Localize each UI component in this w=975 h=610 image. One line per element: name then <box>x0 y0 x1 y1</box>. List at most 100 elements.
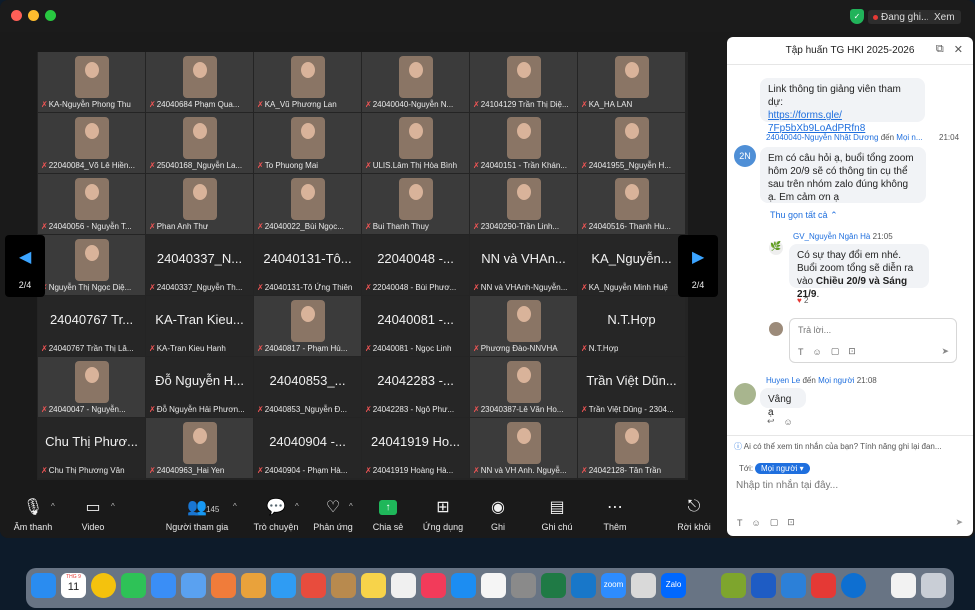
chat-button[interactable]: 💬 Trò chuyện <box>253 492 299 538</box>
reply-input[interactable]: Trả lời... <box>798 325 831 335</box>
reactions-button[interactable]: ♡ Phản ứng <box>313 492 353 538</box>
recording-indicator[interactable]: Đang ghi... <box>868 10 935 24</box>
participant-tile[interactable]: Chu Thị Phươ... ✗ Chu Thị Phương Vân <box>38 418 145 478</box>
participant-tile[interactable]: ✗ 25040168_Nguyễn La... <box>146 113 253 173</box>
recipient-name[interactable]: Mọi người <box>818 376 854 385</box>
teamviewer-icon[interactable] <box>841 573 866 598</box>
participant-tile[interactable]: ✗ 23040290-Trần Linh... <box>470 174 577 234</box>
preview-icon[interactable] <box>631 573 656 598</box>
participant-tile[interactable]: 22040048 -... ✗ 22040048 - Bùi Phươ... <box>362 235 469 295</box>
participant-tile[interactable]: Đỗ Nguyễn H... ✗ Đỗ Nguyễn Hải Phươn... <box>146 357 253 417</box>
audio-options-chevron-icon[interactable]: ^ <box>51 502 55 511</box>
close-window-button[interactable] <box>11 10 22 21</box>
pop-out-icon[interactable]: ⧉ <box>936 43 944 56</box>
participant-tile[interactable]: ✗ 24040047 - Nguyễn... <box>38 357 145 417</box>
safari-icon[interactable] <box>271 573 296 598</box>
word-icon[interactable] <box>751 573 776 598</box>
video-options-chevron-icon[interactable]: ^ <box>111 502 115 511</box>
participant-tile[interactable]: 24041919 Ho... ✗ 24041919 Hoàng Hà... <box>362 418 469 478</box>
minimize-window-button[interactable] <box>28 10 39 21</box>
participants-button[interactable]: 👥 Người tham gia <box>166 492 228 538</box>
participant-tile[interactable]: NN và VHAn... ✗ NN và VHAnh-Nguyễn... <box>470 235 577 295</box>
music-icon[interactable] <box>421 573 446 598</box>
participant-tile[interactable]: 24040767 Tr... ✗ 24040767 Trần Thị Lâ... <box>38 296 145 356</box>
video-button[interactable]: ▭ Video <box>78 492 108 538</box>
form-link[interactable]: https://forms.gle/ 7Fp5bXb9LoAdPRfn8 <box>768 109 917 135</box>
add-reaction-icon[interactable]: ☺ <box>784 417 793 427</box>
previous-page-button[interactable]: ◀ 2/4 <box>5 235 45 297</box>
privacy-notice[interactable]: ⓘ Ai có thể xem tin nhắn của bạn? Tính n… <box>734 441 968 452</box>
audio-button[interactable]: 🎙 Âm thanh <box>10 492 56 538</box>
participant-tile[interactable]: KA_Nguyễn... ✗ KA_Nguyễn Minh Huệ <box>578 235 685 295</box>
notes-button[interactable]: ▤ Ghi chú <box>541 492 573 538</box>
participant-tile[interactable]: ✗ Phan Anh Thư <box>146 174 253 234</box>
participant-tile[interactable]: ✗ Phương Đào-NNVHA <box>470 296 577 356</box>
finder-icon[interactable] <box>31 573 56 598</box>
trash-icon[interactable] <box>921 573 946 598</box>
mail-icon[interactable] <box>151 573 176 598</box>
message-input[interactable]: Nhập tin nhắn tại đây... <box>736 480 838 491</box>
participant-tile[interactable]: ✗ 24040022_Bùi Ngọc... <box>254 174 361 234</box>
chrome-icon[interactable] <box>91 573 116 598</box>
participant-tile[interactable]: ✗ KA_Vũ Phương Lan <box>254 52 361 112</box>
participant-tile[interactable]: KA-Tran Kieu... ✗ KA-Tran Kieu Hanh <box>146 296 253 356</box>
text-format-icon[interactable]: T <box>737 518 743 528</box>
participant-tile[interactable]: 24042283 -... ✗ 24042283 - Ngô Phư... <box>362 357 469 417</box>
participant-tile[interactable]: 24040853_... ✗ 24040853_Nguyễn Đ... <box>254 357 361 417</box>
collapse-all-button[interactable]: Thu gọn tất cả ⌃ <box>770 210 838 221</box>
send-icon[interactable]: ➤ <box>955 517 963 528</box>
participant-tile[interactable]: N.T.Hợp ✗ N.T.Hợp <box>578 296 685 356</box>
anydesk-icon[interactable] <box>811 573 836 598</box>
participant-tile[interactable]: ✗ 24041955_Nguyễn H... <box>578 113 685 173</box>
recipient-select[interactable]: Mọi người ▾ <box>755 463 810 474</box>
system-settings-icon[interactable] <box>511 573 536 598</box>
reply-box[interactable]: Trả lời... T ☺ ▢ ⊡ ➤ <box>789 318 957 363</box>
participant-tile[interactable]: ✗ 24040516- Thanh Hu... <box>578 174 685 234</box>
launchpad-icon[interactable] <box>241 573 266 598</box>
record-button[interactable]: ◉ Ghi <box>487 492 509 538</box>
participant-tile[interactable]: ✗ To Phuong Mai <box>254 113 361 173</box>
onedrive-icon[interactable] <box>781 573 806 598</box>
calendar-icon[interactable]: THG 9 11 <box>61 573 86 598</box>
view-menu-button[interactable]: Xem <box>928 10 961 24</box>
participant-tile[interactable]: ✗Nguyễn Thị Ngọc Diệ... <box>38 235 145 295</box>
zoom-icon[interactable]: zoom <box>601 573 626 598</box>
screenshot-icon[interactable]: ⊡ <box>787 517 795 528</box>
participant-tile[interactable]: ✗ 23040387-Lê Văn Ho... <box>470 357 577 417</box>
app-store-icon[interactable] <box>451 573 476 598</box>
participant-tile[interactable]: ✗ 24104129 Trần Thị Diệ... <box>470 52 577 112</box>
emoji-icon[interactable]: ☺ <box>752 518 761 528</box>
next-page-button[interactable]: ▶ 2/4 <box>678 235 718 297</box>
vim-icon[interactable] <box>721 573 746 598</box>
contacts-icon[interactable] <box>331 573 356 598</box>
notes-app-icon[interactable] <box>361 573 386 598</box>
text-format-icon[interactable]: T <box>798 347 804 357</box>
participant-tile[interactable]: ✗ NN và VH Anh. Nguyễ... <box>470 418 577 478</box>
firefox-icon[interactable] <box>301 573 326 598</box>
chat-options-chevron-icon[interactable]: ^ <box>295 502 299 511</box>
file-icon[interactable]: ▢ <box>770 517 779 528</box>
participant-tile[interactable]: ✗ KA_HA LAN <box>578 52 685 112</box>
zoom-window-button[interactable] <box>45 10 56 21</box>
outlook-icon[interactable] <box>571 573 596 598</box>
participant-tile[interactable]: ✗ 24040151 - Trần Khán... <box>470 113 577 173</box>
excel-icon[interactable] <box>541 573 566 598</box>
send-icon[interactable]: ➤ <box>941 346 949 357</box>
sender-name[interactable]: GV_Nguyễn Ngân Hà <box>793 232 870 241</box>
participant-tile[interactable]: 24040081 -... ✗ 24040081 - Ngọc Linh <box>362 296 469 356</box>
participant-tile[interactable]: ✗ Bui Thanh Thuy <box>362 174 469 234</box>
screenshot-icon[interactable]: ⊡ <box>848 346 856 357</box>
participant-tile[interactable]: ✗ 22040084_Võ Lê Hiền... <box>38 113 145 173</box>
participant-tile[interactable]: Trần Việt Dũn... ✗ Trần Việt Dũng - 2304..… <box>578 357 685 417</box>
reply-icon[interactable]: ↩ <box>767 416 775 427</box>
sender-name[interactable]: 24040040-Nguyễn Nhật Dương <box>766 133 878 142</box>
share-screen-button[interactable]: ↑ Chia sẻ <box>372 492 404 538</box>
file-icon[interactable]: ▢ <box>831 346 840 357</box>
participant-tile[interactable]: ✗ 24040963_Hai Yen <box>146 418 253 478</box>
leave-button[interactable]: ⎋ Rời khỏi <box>676 492 712 538</box>
documents-icon[interactable] <box>891 573 916 598</box>
reminders-icon[interactable] <box>481 573 506 598</box>
freeform-icon[interactable] <box>391 573 416 598</box>
recipient-name[interactable]: Mọi n... <box>896 133 922 142</box>
participant-tile[interactable]: ✗ 24040056 - Nguyễn T... <box>38 174 145 234</box>
